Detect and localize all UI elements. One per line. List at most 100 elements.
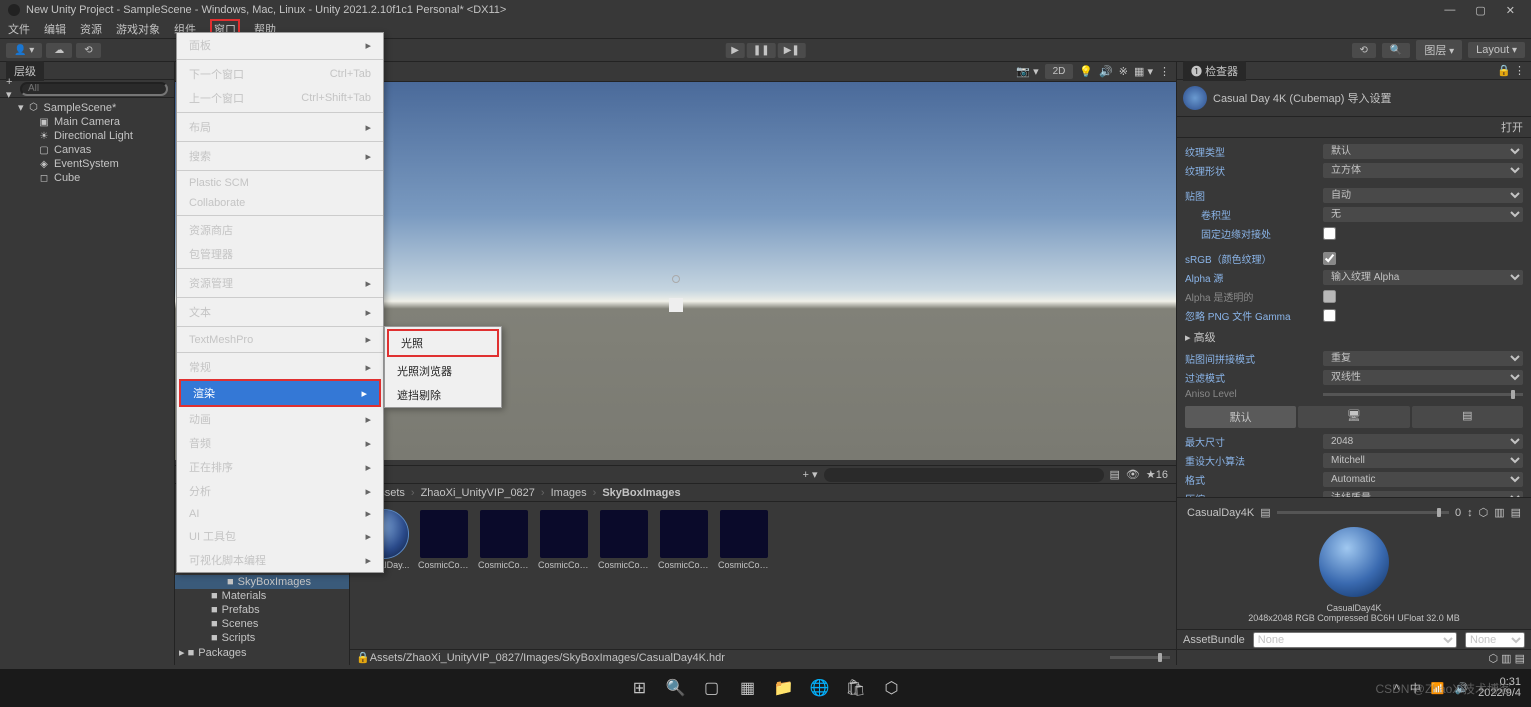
mapping-dropdown[interactable]: 自动 xyxy=(1323,188,1523,203)
asset-thumb[interactable]: CosmicCoo... xyxy=(538,510,590,570)
widgets-icon[interactable]: ▦ xyxy=(735,675,761,701)
play-button[interactable]: ▶ xyxy=(725,43,745,58)
edge-icon[interactable]: 🌐 xyxy=(807,675,833,701)
menu-item[interactable]: 常规▸ xyxy=(177,355,383,379)
menu-assets[interactable]: 资源 xyxy=(80,21,102,37)
scene-item[interactable]: ▾⬡SampleScene* xyxy=(0,100,174,115)
close-button[interactable]: ✕ xyxy=(1506,4,1515,17)
bottom-icon3[interactable]: ▤ xyxy=(1515,653,1525,665)
project-search-input[interactable] xyxy=(824,468,1104,482)
hierarchy-search-input[interactable] xyxy=(20,82,168,96)
inspector-open-button[interactable]: 打开 xyxy=(1501,122,1523,134)
history-button[interactable]: ⟲ xyxy=(76,43,100,58)
search-button[interactable]: 🔍 xyxy=(1382,43,1410,58)
fixup-checkbox[interactable] xyxy=(1323,227,1336,240)
hierarchy-item-light[interactable]: ☀Directional Light xyxy=(0,129,174,143)
preview-mode-icon[interactable]: ▤ xyxy=(1260,506,1270,519)
menu-item[interactable]: 渲染▸ xyxy=(179,379,381,407)
menu-item[interactable]: 上一个窗口Ctrl+Shift+Tab xyxy=(177,86,383,110)
menu-item[interactable]: 下一个窗口Ctrl+Tab xyxy=(177,62,383,86)
explorer-icon[interactable]: 📁 xyxy=(771,675,797,701)
preview-slider[interactable] xyxy=(1277,511,1449,514)
account-button[interactable]: 👤 ▾ xyxy=(6,43,42,58)
preview-icon1[interactable]: ↕ xyxy=(1467,507,1473,519)
assetbundle-variant-dropdown[interactable]: None xyxy=(1465,632,1525,648)
advanced-foldout[interactable]: ▸ 高级 xyxy=(1185,325,1523,349)
pause-button[interactable]: ❚❚ xyxy=(747,43,776,58)
menu-item[interactable]: Plastic SCM xyxy=(177,173,383,193)
scene-more-icon[interactable]: ⋮ xyxy=(1159,65,1170,78)
asset-thumb[interactable]: CosmicCoo... xyxy=(658,510,710,570)
thumbnail-size-slider[interactable] xyxy=(1110,656,1170,659)
tree-skyboximages[interactable]: ■ SkyBoxImages xyxy=(175,575,349,589)
maxsize-dropdown[interactable]: 2048 xyxy=(1323,434,1523,449)
conv-dropdown[interactable]: 无 xyxy=(1323,207,1523,222)
layout-dropdown[interactable]: Layout ▾ xyxy=(1468,42,1525,58)
hierarchy-item-eventsystem[interactable]: ◈EventSystem xyxy=(0,157,174,171)
project-add-button[interactable]: + ▾ xyxy=(802,468,817,481)
scene-2d-toggle[interactable]: 2D xyxy=(1045,64,1074,79)
preview-sphere[interactable] xyxy=(1319,527,1389,597)
preview-icon3[interactable]: ▥ xyxy=(1494,506,1504,519)
scene-light-gizmo[interactable] xyxy=(672,275,680,283)
wrap-dropdown[interactable]: 重复 xyxy=(1323,351,1523,366)
scene-audio-toggle[interactable]: 🔊 xyxy=(1099,65,1113,78)
scene-fx-toggle[interactable]: ※ xyxy=(1119,65,1128,78)
texture-type-dropdown[interactable]: 默认 xyxy=(1323,144,1523,159)
bottom-icon2[interactable]: ▥ xyxy=(1501,653,1511,665)
hierarchy-item-cube[interactable]: ◻Cube xyxy=(0,171,174,185)
menu-gameobject[interactable]: 游戏对象 xyxy=(116,21,160,37)
assetbundle-dropdown[interactable]: None xyxy=(1253,632,1457,648)
menu-item[interactable]: 文本▸ xyxy=(177,300,383,324)
breadcrumb-images[interactable]: Images xyxy=(551,487,587,499)
tree-scenes2[interactable]: ■ Scenes xyxy=(175,617,349,631)
step-button[interactable]: ▶❚ xyxy=(778,43,806,58)
asset-thumb[interactable]: CosmicCoo... xyxy=(598,510,650,570)
menu-item[interactable]: 包管理器 xyxy=(177,242,383,266)
store-icon[interactable]: 🛍 xyxy=(843,675,869,701)
platform-server-tab[interactable]: ▤ xyxy=(1412,406,1523,428)
tree-materials[interactable]: ■ Materials xyxy=(175,589,349,603)
submenu-item[interactable]: 光照 xyxy=(387,329,499,357)
minimize-button[interactable]: — xyxy=(1444,4,1455,17)
inspector-tab[interactable]: ❶ 检查器 xyxy=(1183,61,1246,81)
hierarchy-item-canvas[interactable]: ▢Canvas xyxy=(0,143,174,157)
menu-item[interactable]: TextMeshPro▸ xyxy=(177,329,383,350)
menu-item[interactable]: 可视化脚本编程▸ xyxy=(177,548,383,572)
menu-item[interactable]: 分析▸ xyxy=(177,479,383,503)
format-dropdown[interactable]: Automatic xyxy=(1323,472,1523,487)
preview-icon4[interactable]: ▤ xyxy=(1511,506,1521,519)
tree-prefabs[interactable]: ■ Prefabs xyxy=(175,603,349,617)
resize-dropdown[interactable]: Mitchell xyxy=(1323,453,1523,468)
tree-scripts[interactable]: ■ Scripts xyxy=(175,631,349,645)
undo-history-button[interactable]: ⟲ xyxy=(1352,43,1376,58)
menu-item[interactable]: 资源管理▸ xyxy=(177,271,383,295)
project-filter-icon[interactable]: ▤ xyxy=(1110,468,1120,481)
menu-item[interactable]: 面板▸ xyxy=(177,33,383,57)
scene-gizmos-dropdown[interactable]: ▦ ▾ xyxy=(1134,65,1153,78)
menu-item[interactable]: 搜索▸ xyxy=(177,144,383,168)
scene-camera-icon[interactable]: 📷 ▾ xyxy=(1016,65,1038,78)
cloud-button[interactable]: ☁ xyxy=(46,43,72,58)
platform-default-tab[interactable]: 默认 xyxy=(1185,406,1296,428)
unity-taskbar-icon[interactable]: ⬡ xyxy=(879,675,905,701)
srgb-checkbox[interactable] xyxy=(1323,252,1336,265)
bottom-icon1[interactable]: ⬡ xyxy=(1488,653,1498,665)
menu-item[interactable]: 正在排序▸ xyxy=(177,455,383,479)
asset-thumb[interactable]: CosmicCoo... xyxy=(418,510,470,570)
submenu-item[interactable]: 光照浏览器 xyxy=(385,359,501,383)
breadcrumb-zhaoxi[interactable]: ZhaoXi_UnityVIP_0827 xyxy=(421,487,535,499)
scene-cube-object[interactable] xyxy=(669,298,683,312)
hierarchy-item-camera[interactable]: ▣Main Camera xyxy=(0,115,174,129)
filter-dropdown[interactable]: 双线性 xyxy=(1323,370,1523,385)
breadcrumb-skybox[interactable]: SkyBoxImages xyxy=(602,487,680,499)
menu-item[interactable]: Collaborate xyxy=(177,193,383,213)
menu-item[interactable]: 动画▸ xyxy=(177,407,383,431)
taskview-icon[interactable]: ▢ xyxy=(699,675,725,701)
tree-packages[interactable]: ▸ ■ Packages xyxy=(175,645,349,660)
maximize-button[interactable]: ▢ xyxy=(1475,4,1485,17)
start-button[interactable]: ⊞ xyxy=(627,675,653,701)
inspector-lock-icon[interactable]: 🔒 ⋮ xyxy=(1497,64,1525,77)
menu-edit[interactable]: 编辑 xyxy=(44,21,66,37)
ignore-png-checkbox[interactable] xyxy=(1323,309,1336,322)
